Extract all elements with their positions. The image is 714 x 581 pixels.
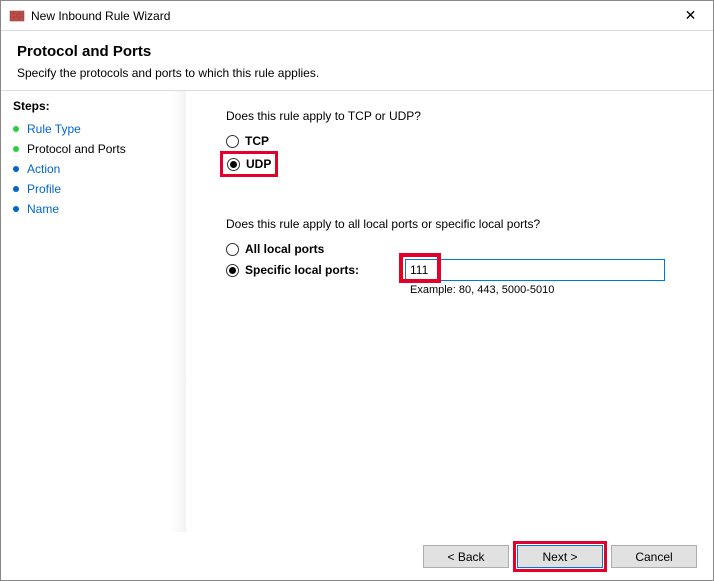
highlight-udp: UDP bbox=[220, 151, 278, 177]
back-button[interactable]: < Back bbox=[423, 545, 509, 568]
step-label: Profile bbox=[27, 182, 61, 196]
radio-specific-ports[interactable]: Specific local ports: bbox=[226, 262, 405, 278]
radio-udp[interactable]: UDP bbox=[227, 156, 271, 172]
ports-example: Example: 80, 443, 5000-5010 bbox=[410, 284, 689, 296]
port-input-wrap bbox=[405, 259, 665, 281]
step-bullet-icon bbox=[13, 146, 19, 152]
radio-icon bbox=[226, 135, 239, 148]
step-label: Name bbox=[27, 202, 59, 216]
step-rule-type[interactable]: Rule Type bbox=[9, 119, 186, 139]
firewall-icon bbox=[9, 8, 25, 24]
steps-label: Steps: bbox=[9, 99, 186, 113]
step-bullet-icon bbox=[13, 166, 19, 172]
step-label: Action bbox=[27, 162, 60, 176]
question-ports: Does this rule apply to all local ports … bbox=[226, 217, 689, 231]
wizard-header: Protocol and Ports Specify the protocols… bbox=[1, 31, 713, 91]
step-name[interactable]: Name bbox=[9, 199, 186, 219]
step-label: Rule Type bbox=[27, 122, 81, 136]
specific-ports-input[interactable] bbox=[405, 259, 665, 281]
radio-icon bbox=[226, 243, 239, 256]
main-content: Does this rule apply to TCP or UDP? TCP … bbox=[186, 91, 713, 532]
radio-tcp[interactable]: TCP bbox=[226, 133, 689, 149]
close-button[interactable]: ✕ bbox=[668, 1, 713, 31]
step-profile[interactable]: Profile bbox=[9, 179, 186, 199]
protocol-radio-group: TCP UDP bbox=[226, 133, 689, 177]
radio-label: Specific local ports: bbox=[245, 263, 405, 277]
titlebar: New Inbound Rule Wizard ✕ bbox=[1, 1, 713, 31]
highlight-next: Next > bbox=[517, 545, 603, 568]
wizard-footer: < Back Next > Cancel bbox=[1, 532, 713, 580]
page-title: Protocol and Ports bbox=[17, 43, 697, 60]
steps-sidebar: Steps: Rule Type Protocol and Ports Acti… bbox=[1, 91, 186, 532]
radio-icon bbox=[226, 264, 239, 277]
step-bullet-icon bbox=[13, 186, 19, 192]
page-subtitle: Specify the protocols and ports to which… bbox=[17, 66, 697, 80]
window-title: New Inbound Rule Wizard bbox=[31, 9, 668, 23]
radio-label: TCP bbox=[245, 134, 269, 148]
step-label: Protocol and Ports bbox=[27, 142, 126, 156]
radio-icon bbox=[227, 158, 240, 171]
question-protocol: Does this rule apply to TCP or UDP? bbox=[226, 109, 689, 123]
cancel-button[interactable]: Cancel bbox=[611, 545, 697, 568]
next-button[interactable]: Next > bbox=[517, 545, 603, 568]
radio-all-ports[interactable]: All local ports bbox=[226, 241, 689, 257]
step-bullet-icon bbox=[13, 206, 19, 212]
radio-label: All local ports bbox=[245, 242, 324, 256]
step-action[interactable]: Action bbox=[9, 159, 186, 179]
step-protocol-and-ports[interactable]: Protocol and Ports bbox=[9, 139, 186, 159]
ports-radio-group: All local ports Specific local ports: Ex… bbox=[226, 241, 689, 296]
radio-label: UDP bbox=[246, 157, 271, 171]
step-bullet-icon bbox=[13, 126, 19, 132]
